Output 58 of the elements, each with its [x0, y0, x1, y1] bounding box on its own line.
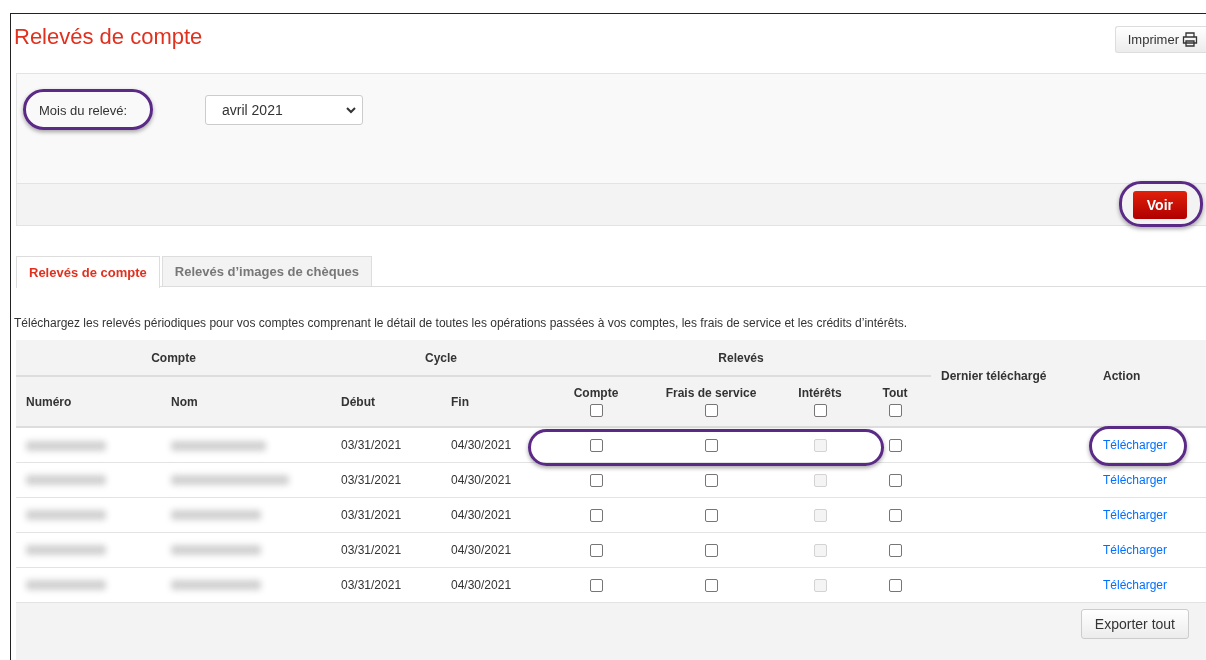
checkbox[interactable] [704, 543, 718, 557]
checkbox[interactable] [888, 438, 902, 452]
column-header: Compte [573, 386, 619, 401]
column-header: Dernier téléchargé [941, 369, 1047, 383]
checkbox[interactable] [704, 438, 718, 452]
column-header: Action [1103, 369, 1141, 383]
description-text: Téléchargez les relevés périodiques pour vos comptes comprenant le détail de toutes les opérations passées à vos comptes, les frais de service et les crédits d’intérêts. [14, 316, 909, 332]
table-cell: 03/31/2021 [341, 542, 402, 557]
table-cell: 04/30/2021 [451, 577, 512, 592]
column-header: Numéro [26, 394, 72, 409]
chevron-icon [346, 106, 356, 114]
column-header: Frais de service [665, 386, 757, 401]
printer-icon [1182, 32, 1198, 47]
column-group-header: Compte [151, 350, 196, 365]
print-button[interactable]: Imprimer [1114, 26, 1206, 53]
table-cell: 04/30/2021 [451, 507, 512, 522]
checkbox[interactable] [813, 403, 827, 417]
checkbox[interactable] [888, 578, 902, 592]
column-header: Début [341, 394, 375, 409]
column-group-header: Cycle [425, 350, 457, 365]
checkbox[interactable] [888, 543, 902, 557]
checkbox[interactable] [888, 473, 902, 487]
column-header: Fin [451, 394, 469, 409]
table-cell: 04/30/2021 [451, 437, 512, 452]
checkbox[interactable] [704, 473, 718, 487]
column-header: Tout [882, 386, 908, 401]
download-link[interactable]: Télécharger [1103, 472, 1168, 487]
table-cell: 03/31/2021 [341, 437, 402, 452]
tab[interactable]: Relevés de compte [16, 256, 160, 288]
checkbox[interactable] [589, 508, 603, 522]
checkbox[interactable] [888, 508, 902, 522]
download-link[interactable]: Télécharger [1103, 507, 1168, 522]
checkbox[interactable] [704, 578, 718, 592]
checkbox[interactable] [589, 403, 603, 417]
table-cell: 04/30/2021 [451, 472, 512, 487]
checkbox[interactable] [704, 508, 718, 522]
export-button[interactable]: Exporter tout [1080, 608, 1189, 639]
checkbox[interactable] [589, 543, 603, 557]
checkbox[interactable] [704, 403, 718, 417]
page-title: Relevés de compte [14, 24, 203, 50]
download-link[interactable]: Télécharger [1103, 437, 1168, 452]
column-header: Nom [171, 394, 198, 409]
download-link[interactable]: Télécharger [1103, 542, 1168, 557]
tab[interactable]: Relevés d’images de chèques [161, 256, 373, 286]
month-select[interactable]: avril 2021 [205, 95, 363, 125]
month-label: Mois du relevé: [39, 103, 128, 118]
column-group-header: Relevés [718, 350, 764, 365]
table-cell: 03/31/2021 [341, 577, 402, 592]
column-header: Intérêts [798, 386, 842, 401]
checkbox[interactable] [589, 473, 603, 487]
checkbox[interactable] [888, 403, 902, 417]
table-cell: 03/31/2021 [341, 472, 402, 487]
table-cell: 03/31/2021 [341, 507, 402, 522]
checkbox[interactable] [589, 578, 603, 592]
view-button[interactable]: Voir [1132, 190, 1187, 219]
download-link[interactable]: Télécharger [1103, 577, 1168, 592]
table-cell: 04/30/2021 [451, 542, 512, 557]
checkbox[interactable] [589, 438, 603, 452]
